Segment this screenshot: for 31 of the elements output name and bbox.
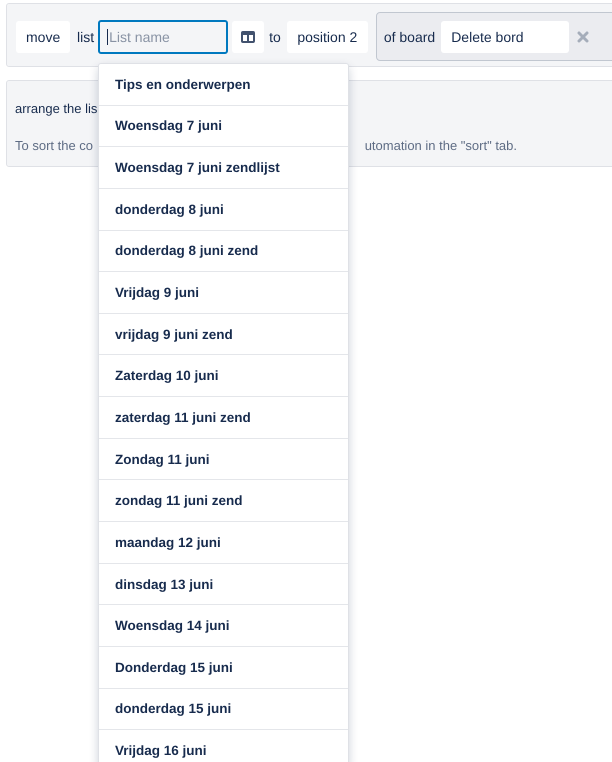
list-option[interactable]: Vrijdag 9 juni <box>99 272 348 314</box>
move-button[interactable]: move <box>16 20 70 52</box>
list-option[interactable]: zondag 11 juni zend <box>99 480 348 522</box>
position-select[interactable]: position 2 <box>286 20 368 52</box>
list-option[interactable]: Vrijdag 16 juni <box>99 730 348 762</box>
list-option[interactable]: vrijdag 9 juni zend <box>99 314 348 356</box>
columns-icon <box>241 30 256 42</box>
columns-button[interactable] <box>232 20 264 52</box>
info-text: arrange the lis <box>15 100 98 118</box>
list-option[interactable]: maandag 12 juni <box>99 522 348 564</box>
to-label: to <box>269 28 281 44</box>
list-option[interactable]: donderdag 15 juni <box>99 688 348 730</box>
list-option[interactable]: dinsdag 13 juni <box>99 564 348 606</box>
info-text: To sort the co <box>15 137 94 155</box>
list-option[interactable]: donderdag 8 juni zend <box>99 230 348 272</box>
of-board-label: of board <box>384 28 436 44</box>
list-option[interactable]: Zaterdag 10 juni <box>99 355 348 398</box>
list-option[interactable]: donderdag 8 juni <box>99 188 348 231</box>
list-name-field[interactable]: List name <box>98 20 228 54</box>
list-option[interactable]: Woensdag 7 juni zendlijst <box>99 147 348 189</box>
list-option[interactable]: Donderdag 15 juni <box>99 646 348 689</box>
list-option[interactable]: Woensdag 7 juni <box>99 106 348 148</box>
close-icon <box>577 30 590 42</box>
list-label: list <box>77 28 94 44</box>
list-option[interactable]: Woensdag 14 juni <box>99 605 348 647</box>
info-text: utomation in the "sort" tab. <box>364 137 517 155</box>
list-option[interactable]: zaterdag 11 juni zend <box>99 397 348 439</box>
board-name-field[interactable]: Delete bord <box>441 20 570 52</box>
text-cursor-icon <box>107 28 108 44</box>
list-option[interactable]: Zondag 11 juni <box>99 438 348 480</box>
list-option[interactable]: Tips en onderwerpen <box>99 64 348 106</box>
